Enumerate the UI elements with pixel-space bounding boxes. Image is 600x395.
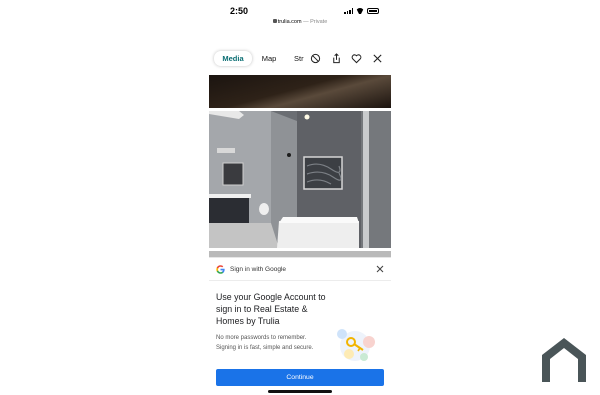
block-icon[interactable] bbox=[310, 53, 321, 64]
media-tabs: Media Map Str bbox=[209, 48, 391, 70]
sign-in-description: No more passwords to remember. Signing i… bbox=[216, 335, 314, 351]
home-indicator[interactable] bbox=[268, 390, 332, 393]
wifi-icon bbox=[356, 8, 364, 14]
tab-street-view[interactable]: Str bbox=[294, 51, 308, 66]
tab-map[interactable]: Map bbox=[258, 51, 280, 66]
gallery-photo-bathroom[interactable] bbox=[209, 111, 391, 248]
house-logo-icon bbox=[538, 335, 590, 385]
google-logo-icon bbox=[216, 265, 225, 274]
sheet-title: Sign in with Google bbox=[230, 266, 287, 273]
url-bar[interactable]: trulia.com — Private bbox=[209, 19, 391, 25]
close-gallery-icon[interactable] bbox=[372, 53, 383, 64]
status-icons bbox=[344, 8, 379, 14]
share-icon[interactable] bbox=[331, 53, 342, 64]
close-icon[interactable] bbox=[375, 264, 385, 274]
lock-icon bbox=[272, 19, 277, 23]
cellular-signal-icon bbox=[344, 8, 353, 14]
sign-in-heading: Use your Google Account to sign in to Re… bbox=[216, 292, 326, 326]
tab-media[interactable]: Media bbox=[214, 51, 252, 66]
battery-icon bbox=[367, 8, 379, 14]
status-bar: 2:50 bbox=[209, 0, 391, 19]
phone-screen: 2:50 trulia.com — Private Media Map Str bbox=[209, 0, 391, 395]
google-sign-in-sheet: Sign in with Google Use your Google Acco… bbox=[209, 257, 391, 395]
continue-button[interactable]: Continue bbox=[216, 369, 384, 386]
url-separator: — bbox=[301, 19, 311, 25]
url-text: trulia.com bbox=[277, 19, 302, 25]
heart-icon[interactable] bbox=[351, 53, 362, 64]
status-time: 2:50 bbox=[230, 6, 249, 16]
sheet-header: Sign in with Google bbox=[209, 258, 391, 281]
key-illustration-icon bbox=[327, 322, 383, 366]
private-label: Private bbox=[310, 19, 328, 25]
gallery-photo-floor[interactable] bbox=[209, 75, 391, 108]
